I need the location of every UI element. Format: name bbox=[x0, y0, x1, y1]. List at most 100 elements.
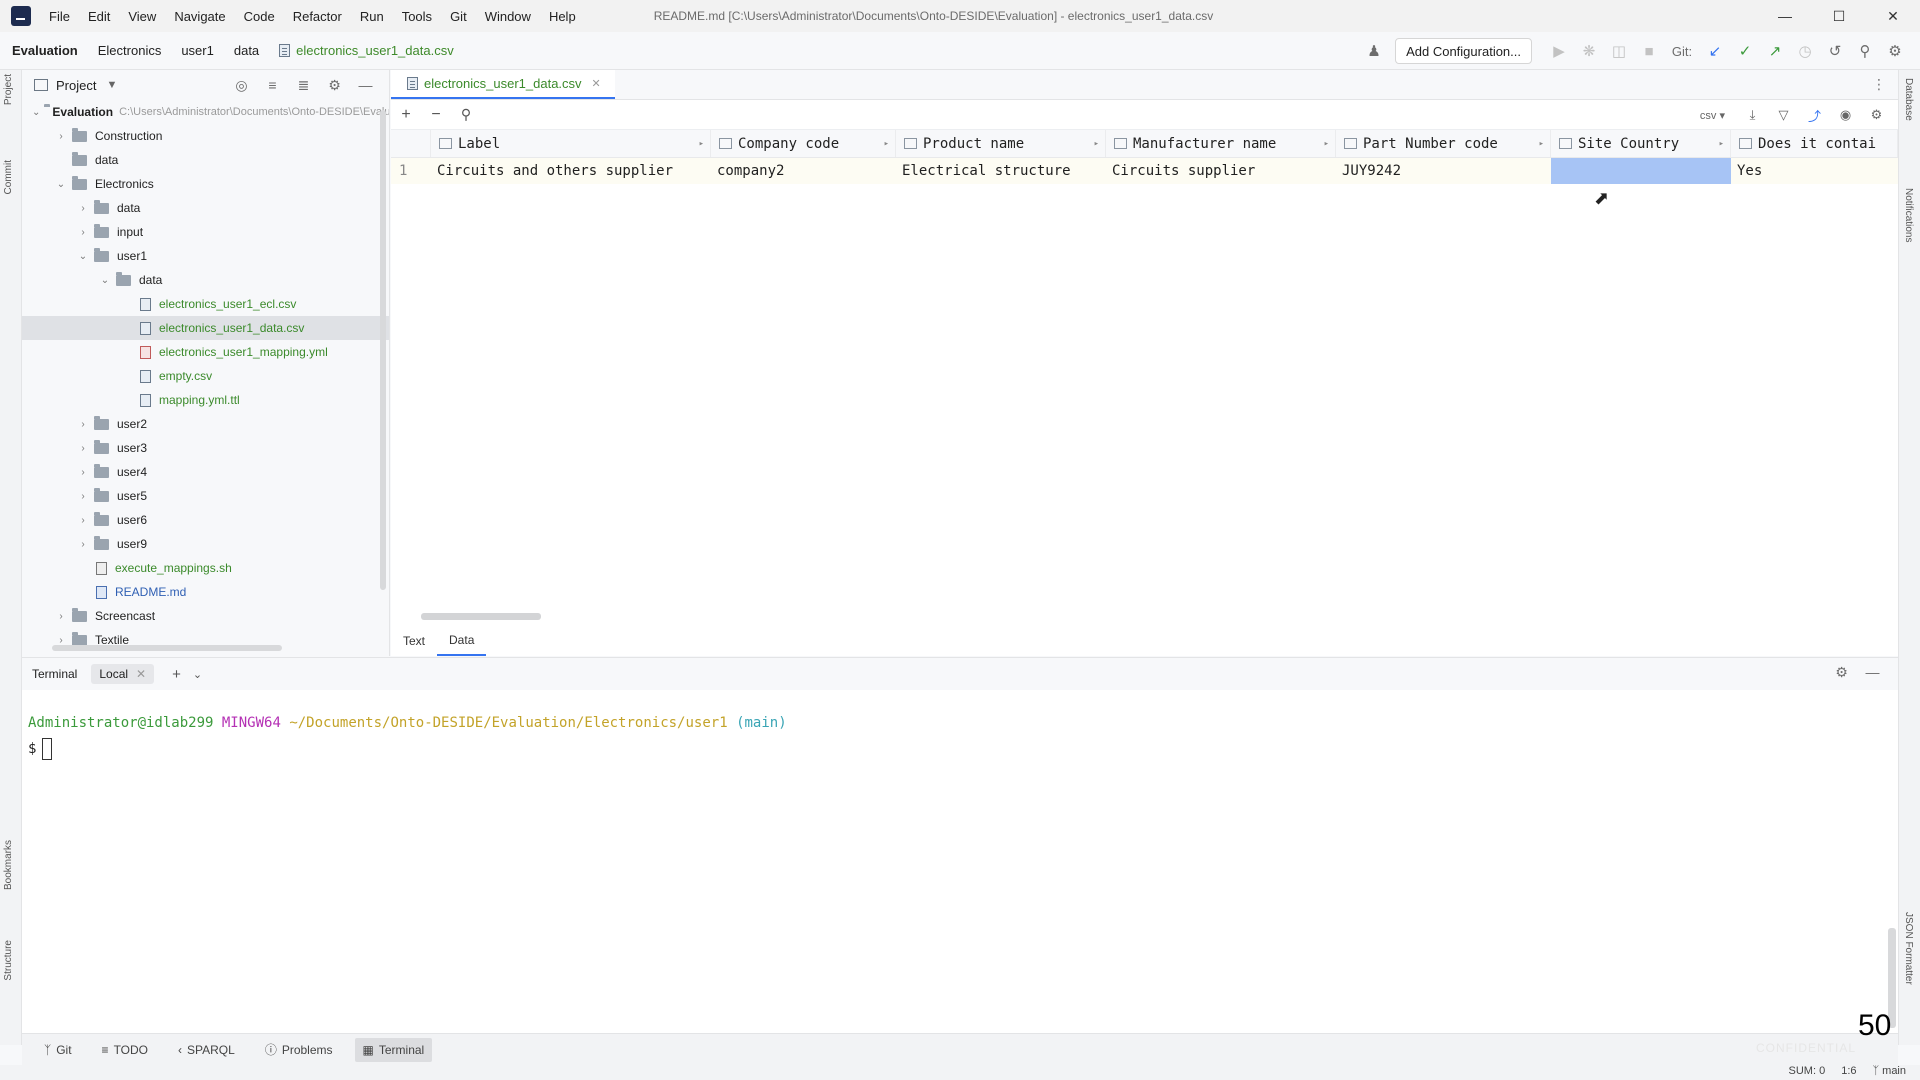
gear-icon[interactable]: ⚙ bbox=[1826, 664, 1857, 681]
tree-item[interactable]: › data bbox=[22, 196, 389, 220]
table-cell[interactable]: company2 bbox=[711, 158, 896, 184]
tree-item[interactable]: › user2 bbox=[22, 412, 389, 436]
tree-item[interactable]: electronics_user1_data.csv bbox=[22, 316, 389, 340]
add-row-icon[interactable]: + bbox=[391, 106, 421, 124]
expand-all-icon[interactable]: ≡ bbox=[257, 77, 288, 94]
menu-item-refactor[interactable]: Refactor bbox=[293, 9, 342, 24]
tree-item[interactable]: electronics_user1_ecl.csv bbox=[22, 292, 389, 316]
tab-data[interactable]: Data bbox=[437, 625, 487, 656]
project-title[interactable]: Project bbox=[56, 78, 96, 93]
chevron-right-icon[interactable]: › bbox=[76, 467, 90, 478]
table-cell[interactable]: Electrical structure bbox=[896, 158, 1106, 184]
grid-horizontal-scrollbar[interactable] bbox=[421, 613, 541, 620]
tree-item[interactable]: › user3 bbox=[22, 436, 389, 460]
menu-item-view[interactable]: View bbox=[128, 9, 156, 24]
problems-tool-button[interactable]: ⓘ Problems bbox=[257, 1036, 341, 1063]
editor-tab[interactable]: electronics_user1_data.csv ✕ bbox=[391, 70, 615, 99]
table-cell[interactable]: JUY9242 bbox=[1336, 158, 1551, 184]
breadcrumb-item[interactable]: user1 bbox=[181, 43, 214, 58]
collapse-all-icon[interactable]: ≣ bbox=[288, 77, 319, 94]
gear-icon[interactable]: ⚙ bbox=[319, 77, 350, 94]
table-cell[interactable] bbox=[1551, 158, 1731, 184]
sort-icon[interactable]: ▸ bbox=[1719, 139, 1724, 149]
close-button[interactable]: ✕ bbox=[1866, 0, 1920, 32]
tree-item[interactable]: › user4 bbox=[22, 460, 389, 484]
breadcrumb-item[interactable]: Evaluation bbox=[12, 43, 78, 58]
column-header[interactable]: Manufacturer name ▸ bbox=[1106, 130, 1336, 157]
todo-tool-button[interactable]: ≡ TODO bbox=[94, 1038, 156, 1062]
settings-gear-icon[interactable]: ⚙ bbox=[1880, 42, 1910, 60]
rollback-icon[interactable]: ↺ bbox=[1820, 42, 1850, 60]
tree-item[interactable]: execute_mappings.sh bbox=[22, 556, 389, 580]
chevron-right-icon[interactable]: › bbox=[76, 443, 90, 454]
column-header[interactable]: Does it contai bbox=[1731, 130, 1898, 157]
menu-item-edit[interactable]: Edit bbox=[88, 9, 110, 24]
tree-item[interactable]: electronics_user1_mapping.yml bbox=[22, 340, 389, 364]
chevron-right-icon[interactable]: › bbox=[76, 539, 90, 550]
bookmarks-tool-button[interactable]: Bookmarks bbox=[3, 840, 19, 890]
close-tab-icon[interactable]: ✕ bbox=[592, 77, 601, 90]
chevron-right-icon[interactable]: › bbox=[76, 515, 90, 526]
terminal-tab[interactable]: Local ✕ bbox=[91, 664, 155, 684]
chevron-down-icon[interactable]: ⌄ bbox=[193, 668, 202, 681]
status-sum[interactable]: SUM: 0 bbox=[1789, 1065, 1826, 1077]
terminal-input-line[interactable]: $ bbox=[28, 736, 1898, 762]
format-select[interactable]: csv ▾ bbox=[1700, 109, 1725, 122]
stop-icon[interactable]: ■ bbox=[1634, 43, 1664, 60]
chevron-down-icon[interactable]: ⌄ bbox=[98, 275, 112, 286]
new-terminal-icon[interactable]: + bbox=[172, 666, 181, 683]
git-push-icon[interactable]: ↗ bbox=[1760, 42, 1790, 60]
menu-item-tools[interactable]: Tools bbox=[402, 9, 432, 24]
breadcrumb-item[interactable]: Electronics bbox=[98, 43, 162, 58]
column-header[interactable]: Company code ▸ bbox=[711, 130, 896, 157]
project-tool-button[interactable]: Project bbox=[3, 74, 19, 105]
menu-item-code[interactable]: Code bbox=[244, 9, 275, 24]
tree-item[interactable]: › Construction bbox=[22, 124, 389, 148]
json-formatter-tool-button[interactable]: JSON Formatter bbox=[1903, 912, 1914, 985]
commit-tool-button[interactable]: Commit bbox=[3, 160, 19, 194]
coverage-icon[interactable]: ◫ bbox=[1604, 42, 1634, 60]
menu-item-help[interactable]: Help bbox=[549, 9, 576, 24]
sort-icon[interactable]: ▸ bbox=[699, 139, 704, 149]
tree-item[interactable]: mapping.yml.ttl bbox=[22, 388, 389, 412]
sort-icon[interactable]: ▸ bbox=[1539, 139, 1544, 149]
tree-item[interactable]: empty.csv bbox=[22, 364, 389, 388]
view-icon[interactable]: ◉ bbox=[1830, 107, 1861, 123]
search-icon[interactable]: ⚲ bbox=[451, 106, 481, 123]
search-icon[interactable]: ⚲ bbox=[1850, 42, 1880, 60]
column-header[interactable]: Part Number code ▸ bbox=[1336, 130, 1551, 157]
grid-settings-icon[interactable]: ⚙ bbox=[1861, 107, 1892, 123]
maximize-button[interactable]: ☐ bbox=[1812, 0, 1866, 32]
sort-icon[interactable]: ▸ bbox=[1094, 139, 1099, 149]
table-cell[interactable]: Circuits supplier bbox=[1106, 158, 1336, 184]
tree-item[interactable]: › user5 bbox=[22, 484, 389, 508]
tree-item[interactable]: README.md bbox=[22, 580, 389, 604]
chevron-down-icon[interactable]: ⌄ bbox=[32, 107, 40, 118]
chevron-down-icon[interactable]: ▼ bbox=[106, 79, 117, 91]
menu-item-navigate[interactable]: Navigate bbox=[174, 9, 225, 24]
add-configuration-button[interactable]: Add Configuration... bbox=[1395, 38, 1532, 64]
column-header[interactable]: Site Country ▸ bbox=[1551, 130, 1731, 157]
git-tool-button[interactable]: ᛉ Git bbox=[36, 1038, 80, 1062]
notifications-tool-button[interactable]: Notifications bbox=[1903, 188, 1914, 242]
minimize-button[interactable]: — bbox=[1758, 0, 1812, 32]
remove-row-icon[interactable]: − bbox=[421, 106, 451, 124]
tree-item[interactable]: › user9 bbox=[22, 532, 389, 556]
menu-item-window[interactable]: Window bbox=[485, 9, 531, 24]
chevron-right-icon[interactable]: › bbox=[76, 491, 90, 502]
chevron-right-icon[interactable]: › bbox=[54, 635, 68, 646]
tree-item[interactable]: › user6 bbox=[22, 508, 389, 532]
menu-item-run[interactable]: Run bbox=[360, 9, 384, 24]
structure-tool-button[interactable]: Structure bbox=[3, 940, 19, 981]
chevron-right-icon[interactable]: › bbox=[76, 203, 90, 214]
tree-item[interactable]: › Screencast bbox=[22, 604, 389, 628]
chevron-down-icon[interactable]: ⌄ bbox=[54, 179, 68, 190]
more-tabs-icon[interactable]: ⋮ bbox=[1872, 76, 1886, 93]
tree-horizontal-scrollbar[interactable] bbox=[52, 645, 282, 651]
tree-item[interactable]: ⌄ user1 bbox=[22, 244, 389, 268]
filter-icon[interactable]: ▽ bbox=[1768, 107, 1799, 123]
git-history-icon[interactable]: ◷ bbox=[1790, 42, 1820, 60]
menu-item-git[interactable]: Git bbox=[450, 9, 467, 24]
tree-item[interactable]: ⌄ Electronics bbox=[22, 172, 389, 196]
sparql-tool-button[interactable]: ‹ SPARQL bbox=[170, 1038, 243, 1062]
